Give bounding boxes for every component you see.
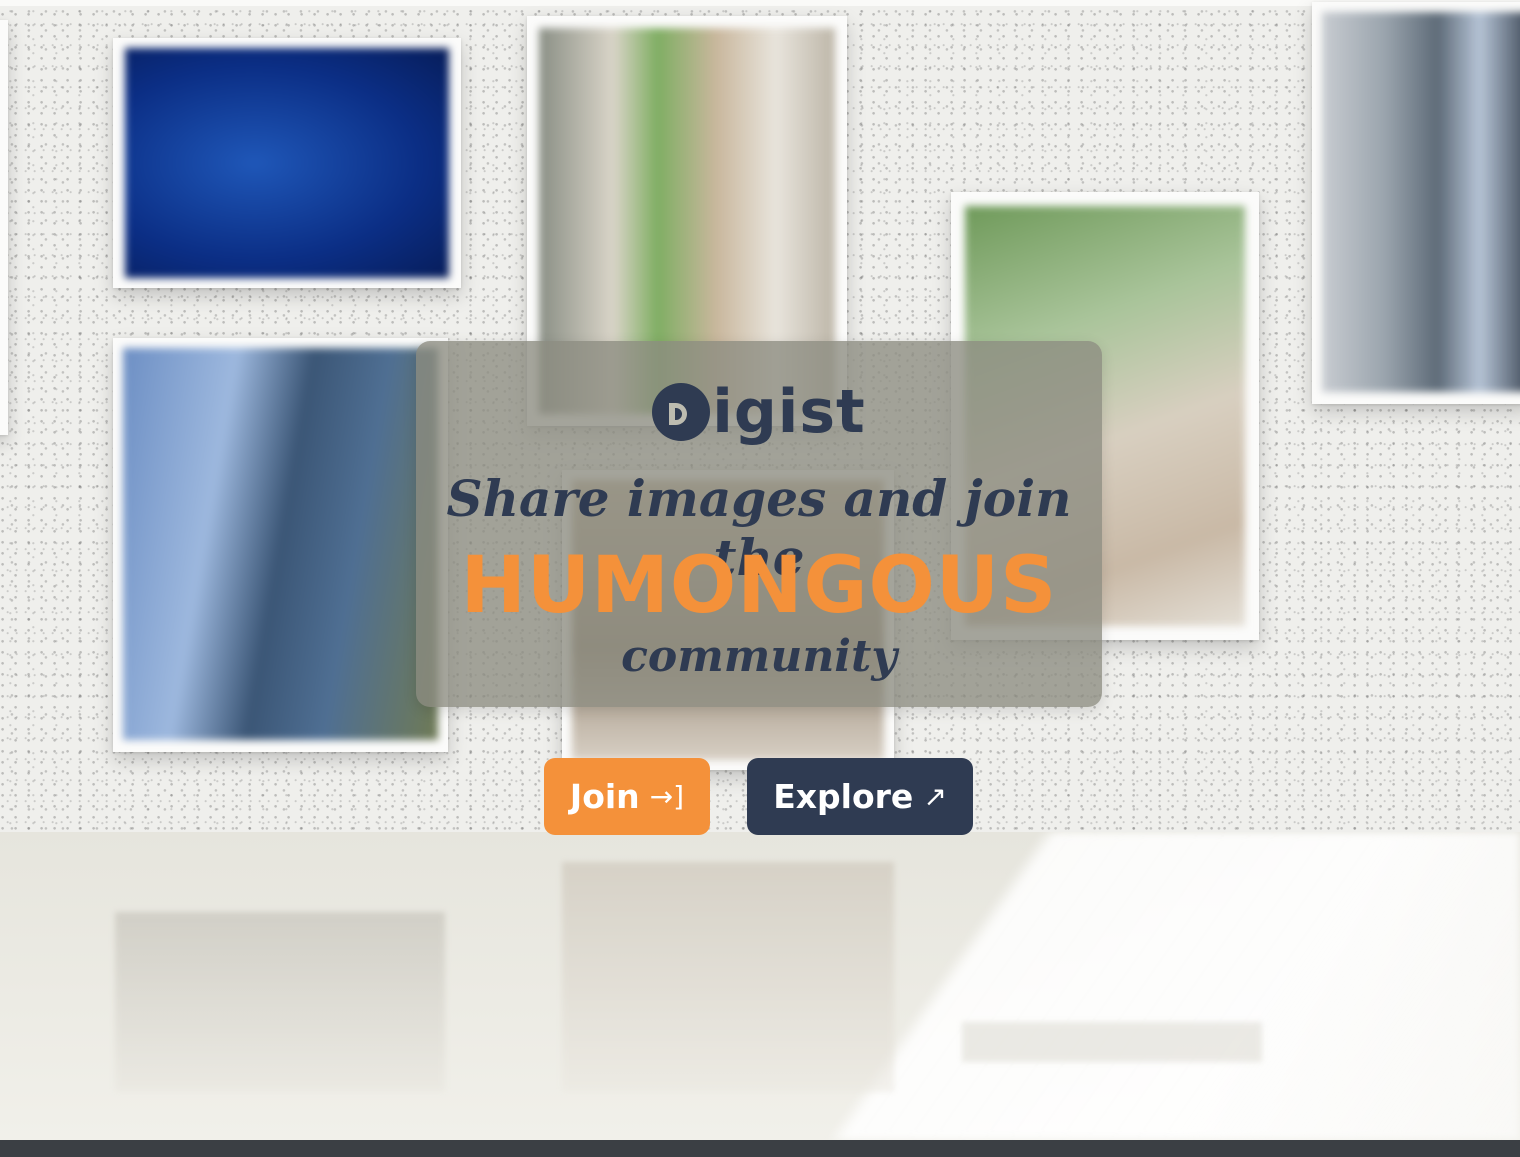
photo-frame-street bbox=[113, 338, 448, 752]
photo-frame-left-edge bbox=[0, 20, 8, 435]
hero-line-3: community bbox=[621, 631, 897, 682]
floor bbox=[0, 832, 1520, 1140]
join-label: Join bbox=[569, 777, 640, 816]
photo-frame-balcony bbox=[1312, 2, 1520, 404]
brand-name: igist bbox=[712, 377, 866, 447]
brand-logo[interactable]: igist bbox=[416, 367, 1102, 457]
photo-frame-aquarium bbox=[113, 38, 461, 288]
street-reflection bbox=[115, 912, 445, 1092]
aquarium-photo bbox=[125, 48, 449, 278]
logo-d-icon bbox=[652, 383, 711, 441]
bowl-reflection bbox=[562, 862, 894, 1092]
join-button[interactable]: Join →] bbox=[544, 758, 710, 835]
login-icon: →] bbox=[649, 780, 685, 813]
explore-button[interactable]: Explore ↗ bbox=[747, 758, 973, 835]
bottom-bar bbox=[0, 1140, 1520, 1157]
arrow-up-right-icon: ↗ bbox=[923, 780, 947, 813]
balcony-photo bbox=[1322, 12, 1520, 392]
explore-label: Explore bbox=[773, 777, 914, 816]
hero-highlight: HUMONGOUS bbox=[460, 541, 1058, 631]
logo-d-notch bbox=[669, 403, 688, 425]
street-photo bbox=[123, 348, 438, 740]
garden-reflection bbox=[962, 1022, 1262, 1062]
hero-card: igist Share images and join the HUMONGOU… bbox=[416, 341, 1102, 707]
wall-top-edge bbox=[0, 0, 1520, 6]
